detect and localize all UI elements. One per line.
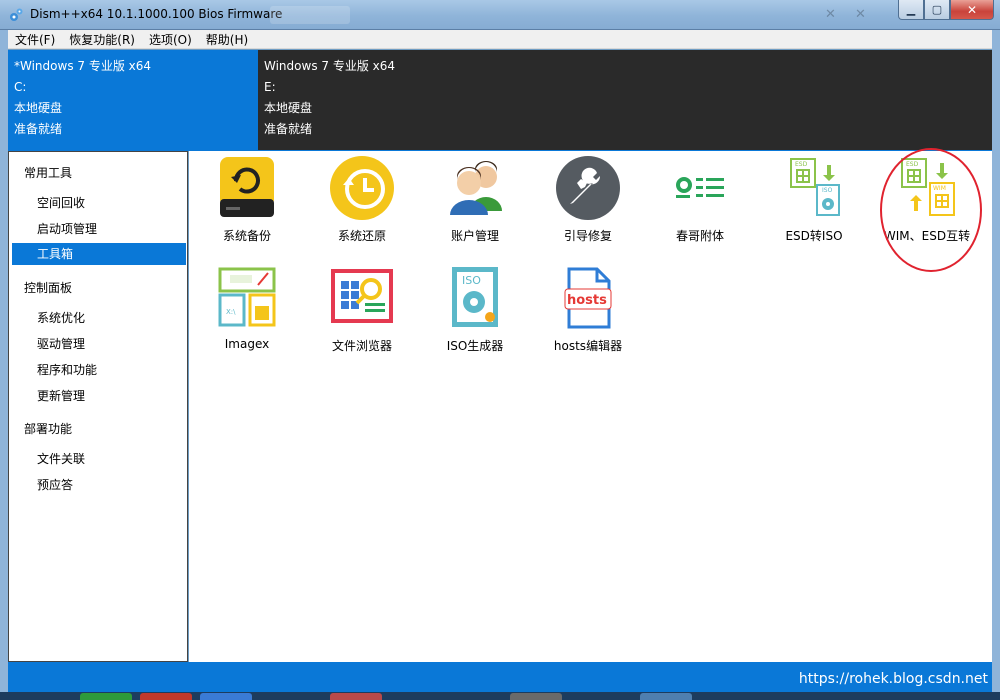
tool-label: 系统还原 [337, 229, 386, 243]
toolbox-panel: 系统备份 系统还原 账户管理 引导修复 春哥附体 ESD ISO ESD转ISO… [189, 151, 992, 662]
taskbar-button[interactable] [200, 693, 252, 700]
backup-drive-icon [220, 157, 274, 217]
close-button[interactable]: ✕ [950, 0, 994, 20]
tool-system-backup[interactable]: 系统备份 [192, 155, 302, 244]
tool-hosts-editor[interactable]: hosts hosts编辑器 [533, 265, 643, 354]
menu-file[interactable]: 文件(F) [8, 31, 62, 48]
session-disk-type: 本地硬盘 [14, 101, 63, 115]
minimize-icon: ▁ [906, 3, 916, 16]
tool-label: 账户管理 [450, 229, 499, 243]
users-icon [450, 161, 502, 215]
esd-label: ESD [795, 161, 808, 168]
taskbar-button[interactable] [510, 693, 562, 700]
menu-bar: 文件(F) 恢复功能(R) 选项(O) 帮助(H) [8, 30, 992, 49]
restore-clock-icon [330, 156, 394, 220]
iso-label: ISO [822, 187, 833, 194]
tool-label: 系统备份 [222, 229, 271, 243]
toggle-list-icon [676, 177, 724, 198]
background-window-tab [270, 6, 350, 24]
tool-label: 引导修复 [563, 229, 612, 243]
sidebar: 常用工具 空间回收 启动项管理 工具箱 控制面板 系统优化 驱动管理 程序和功能… [8, 151, 188, 662]
taskbar [0, 692, 1000, 700]
background-close-icon: ✕ [855, 7, 866, 22]
iso-label: ISO [462, 274, 481, 287]
app-gear-icon [10, 8, 23, 21]
session-panel-c[interactable]: *Windows 7 专业版 x64 C: 本地硬盘 准备就绪 [8, 50, 258, 150]
maximize-icon: ▢ [931, 3, 943, 16]
close-icon: ✕ [966, 2, 978, 17]
sidebar-item-programs[interactable]: 程序和功能 [37, 361, 97, 378]
title-bar: Dism++x64 10.1.1000.100 Bios Firmware ✕ … [0, 0, 1000, 30]
tool-imagex[interactable]: X:\ Imagex [192, 265, 302, 351]
background-close-icon: ✕ [825, 7, 836, 22]
watermark-url: https://rohek.blog.csdn.net [798, 671, 988, 687]
session-status: 准备就绪 [14, 122, 63, 136]
session-status: 准备就绪 [264, 122, 313, 136]
window-frame-right [992, 30, 1000, 700]
sidebar-item-toolbox[interactable]: 工具箱 [12, 243, 186, 265]
imagex-icon: X:\ [218, 267, 276, 327]
tool-esd-to-iso[interactable]: ESD ISO ESD转ISO [759, 155, 869, 244]
wrench-screwdriver-icon [556, 156, 620, 220]
tool-chunge[interactable]: 春哥附体 [645, 155, 755, 244]
tool-iso-maker[interactable]: ISO ISO生成器 [420, 265, 530, 354]
iso-maker-icon: ISO [452, 267, 498, 327]
sidebar-item-space-cleanup[interactable]: 空间回收 [37, 194, 85, 211]
highlight-annotation-circle [880, 148, 982, 272]
tool-label: ISO生成器 [446, 339, 504, 353]
sidebar-item-startup[interactable]: 启动项管理 [37, 220, 97, 237]
tool-label: ESD转ISO [785, 229, 843, 243]
tool-file-browser[interactable]: 文件浏览器 [307, 265, 417, 354]
taskbar-button[interactable] [80, 693, 132, 700]
tool-boot-repair[interactable]: 引导修复 [533, 155, 643, 244]
sidebar-item-system-optimize[interactable]: 系统优化 [37, 309, 85, 326]
session-drive: E: [264, 80, 276, 94]
tool-account-manager[interactable]: 账户管理 [420, 155, 530, 244]
esd-to-iso-icon: ESD ISO [790, 158, 840, 216]
tool-label: 文件浏览器 [331, 339, 392, 353]
window-title: Dism++x64 10.1.1000.100 Bios Firmware [30, 7, 283, 21]
maximize-button[interactable]: ▢ [924, 0, 950, 20]
menu-help[interactable]: 帮助(H) [199, 31, 255, 48]
sidebar-item-drivers[interactable]: 驱动管理 [37, 335, 85, 352]
session-disk-type: 本地硬盘 [264, 101, 313, 115]
nav-group-deploy[interactable]: 部署功能 [24, 420, 72, 437]
session-panel-e[interactable]: Windows 7 专业版 x64 E: 本地硬盘 准备就绪 [258, 50, 992, 150]
sidebar-item-updates[interactable]: 更新管理 [37, 387, 85, 404]
hosts-editor-icon: hosts [564, 267, 612, 329]
window-controls: ▁ ▢ ✕ [898, 0, 994, 20]
session-os-name: *Windows 7 专业版 x64 [14, 59, 152, 73]
hosts-logo-text: hosts [567, 293, 607, 308]
nav-group-common-tools[interactable]: 常用工具 [24, 164, 72, 181]
taskbar-button[interactable] [330, 693, 382, 700]
tool-label: hosts编辑器 [553, 339, 623, 353]
sidebar-item-file-assoc[interactable]: 文件关联 [37, 450, 85, 467]
menu-restore[interactable]: 恢复功能(R) [62, 31, 142, 48]
window-frame-left [0, 30, 8, 700]
session-os-name: Windows 7 专业版 x64 [264, 59, 396, 73]
menu-options[interactable]: 选项(O) [142, 31, 199, 48]
taskbar-button[interactable] [140, 693, 192, 700]
tool-label: 春哥附体 [675, 229, 724, 243]
drive-label: X:\ [226, 308, 236, 316]
session-drive: C: [14, 80, 27, 94]
sidebar-item-answer-file[interactable]: 预应答 [37, 476, 73, 493]
minimize-button[interactable]: ▁ [898, 0, 924, 20]
file-browser-icon [331, 269, 393, 323]
tool-system-restore[interactable]: 系统还原 [307, 155, 417, 244]
tool-label: Imagex [224, 337, 270, 351]
nav-group-control-panel[interactable]: 控制面板 [24, 279, 72, 296]
taskbar-button[interactable] [640, 693, 692, 700]
